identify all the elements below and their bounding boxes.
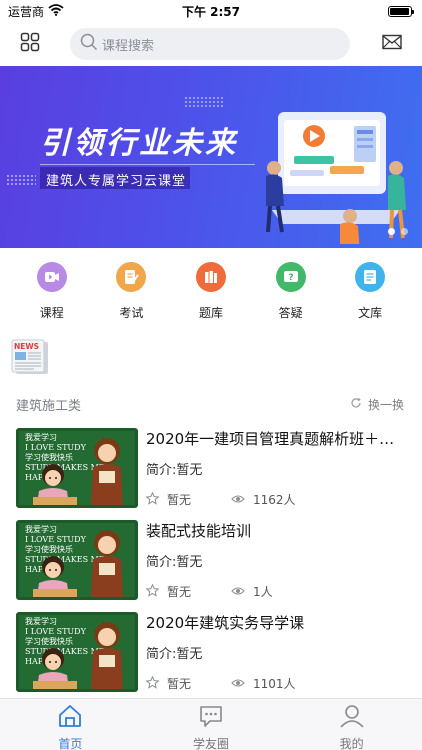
home-icon [57,704,83,732]
course-meta: 暂无 1101人 [145,675,296,692]
course-intro: 简介:暂无 [146,647,203,662]
banner-subtitle: 建筑人专属学习云课堂 [46,174,187,189]
course-meta: 暂无 1人 [145,583,273,600]
news-icon[interactable]: NEWS [10,338,50,380]
course-views: 1101人 [231,675,296,692]
category-courses[interactable]: 课程 [17,262,87,330]
course-item[interactable]: 我爱学习 I LOVE STUDY 学习使我快乐 STUDY MAKES ME … [0,428,422,518]
star-icon [145,583,160,600]
search-input[interactable]: 课程搜索 [70,28,350,60]
tab-study-circle[interactable]: 学友圈 [141,699,282,750]
category-shortcuts: 课程 考试 题库 ? 答疑 文库 [0,262,422,330]
refresh-button[interactable]: 换一换 [350,396,404,413]
category-label: 课程 [39,306,64,320]
wifi-icon [48,3,64,19]
section-header: 建筑施工类 换一换 [0,394,422,414]
category-exams[interactable]: 考试 [96,262,166,330]
category-label: 答疑 [278,306,303,320]
course-title: 装配式技能培训 [146,522,252,540]
course-title: 2020年一建项目管理真题解析班＋… [146,430,395,448]
course-intro: 简介:暂无 [146,555,203,570]
question-icon: ? [275,262,306,292]
category-label: 考试 [119,306,144,320]
promo-banner[interactable]: 引领行业未来 建筑人专属学习云课堂 [0,66,422,248]
course-title: 2020年建筑实务导学课 [146,614,305,632]
category-question-bank[interactable]: 题库 [176,262,246,330]
mail-icon [382,34,402,54]
library-icon [355,262,386,292]
message-button[interactable] [374,26,410,62]
rating-value: 暂无 [167,585,192,599]
category-label: 题库 [198,306,223,320]
eye-icon [231,493,245,507]
user-icon [339,704,365,732]
books-icon [195,262,226,292]
students-illustration [33,622,123,689]
star-icon [145,491,160,508]
tab-label: 首页 [58,737,83,750]
battery-icon [388,5,414,17]
students-illustration [33,530,123,597]
search-icon [80,33,98,55]
carrier-label: 运营商 [8,4,45,19]
views-value: 1人 [253,585,273,599]
banner-pager [388,228,408,235]
course-item[interactable]: 我爱学习 I LOVE STUDY 学习使我快乐 STUDY MAKES ME … [0,520,422,610]
eye-icon [231,585,245,599]
tab-label: 我的 [339,737,364,750]
grid-menu-button[interactable] [12,26,48,62]
chat-icon [198,704,224,732]
course-views: 1人 [231,583,273,600]
tab-home[interactable]: 首页 [0,699,141,750]
eye-icon [231,677,245,691]
course-thumbnail: 我爱学习 I LOVE STUDY 学习使我快乐 STUDY MAKES ME … [16,428,138,508]
svg-text:?: ? [288,273,293,283]
tab-label: 学友圈 [193,737,230,750]
course-thumbnail: 我爱学习 I LOVE STUDY 学习使我快乐 STUDY MAKES ME … [16,612,138,692]
bottom-tab-bar: 首页 学友圈 我的 [0,698,422,750]
battery-level [390,7,409,15]
course-rating: 暂无 [145,491,192,508]
pager-dot[interactable] [401,228,408,235]
course-intro: 简介:暂无 [146,463,203,478]
students-illustration [33,438,123,505]
banner-dot-pattern [184,96,224,108]
course-views: 1162人 [231,491,296,508]
exam-icon [116,262,147,292]
category-label: 文库 [358,306,383,320]
rating-value: 暂无 [167,677,192,691]
status-bar: 运营商 下午 2:57 [0,0,422,22]
course-thumbnail: 我爱学习 I LOVE STUDY 学习使我快乐 STUDY MAKES ME … [16,520,138,600]
views-value: 1162人 [253,493,296,507]
course-rating: 暂无 [145,583,192,600]
refresh-icon [350,397,362,412]
section-title: 建筑施工类 [16,398,82,414]
banner-divider [40,164,255,165]
search-placeholder: 课程搜索 [102,38,155,54]
course-item[interactable]: 我爱学习 I LOVE STUDY 学习使我快乐 STUDY MAKES ME … [0,612,422,702]
category-qa[interactable]: ? 答疑 [256,262,326,330]
category-library[interactable]: 文库 [335,262,405,330]
course-meta: 暂无 1162人 [145,491,296,508]
star-icon [145,675,160,692]
top-header: 课程搜索 [0,22,422,66]
news-label: NEWS [14,342,39,351]
tab-profile[interactable]: 我的 [281,699,422,750]
grid-icon [20,32,40,56]
video-icon [36,262,67,292]
pager-dot[interactable] [388,228,395,235]
views-value: 1101人 [253,677,296,691]
rating-value: 暂无 [167,493,192,507]
banner-title: 引领行业未来 [40,126,238,161]
refresh-label: 换一换 [367,397,404,412]
course-rating: 暂无 [145,675,192,692]
banner-dot-pattern [6,174,36,186]
